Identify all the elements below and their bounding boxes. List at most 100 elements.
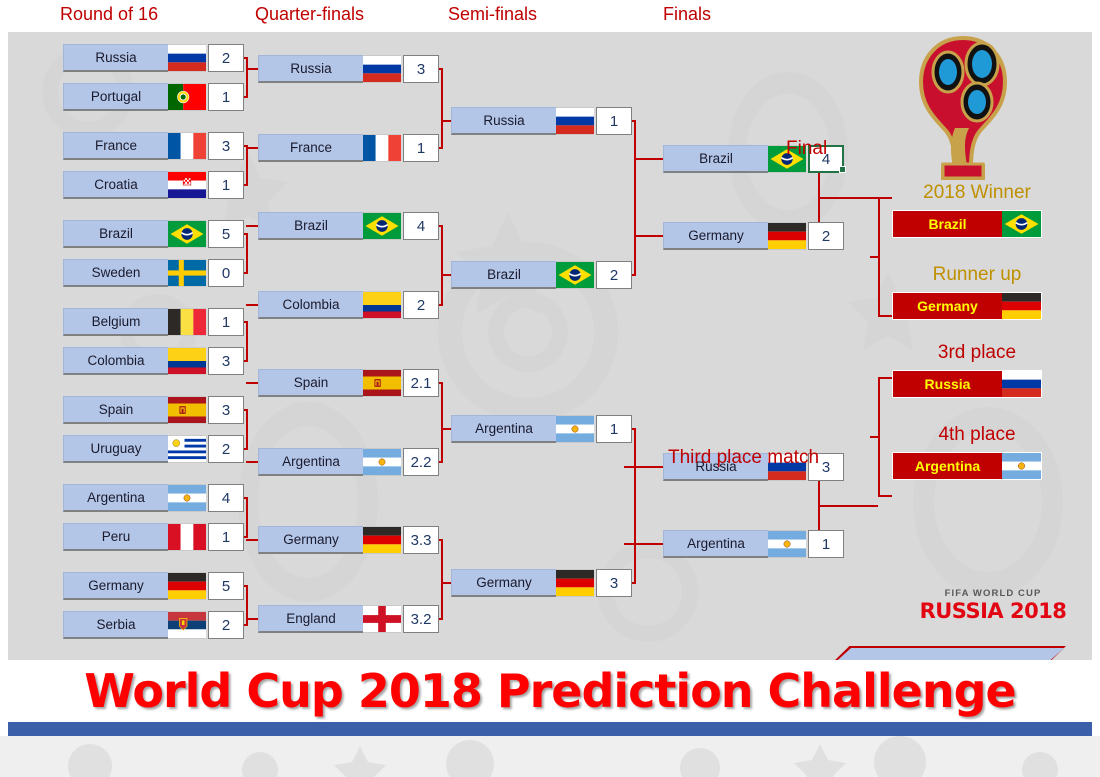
score-cell[interactable]: 3 — [403, 55, 439, 83]
connector-line — [818, 504, 878, 507]
score-cell[interactable]: 2 — [208, 435, 244, 463]
score-cell[interactable]: 5 — [208, 572, 244, 600]
score-cell[interactable]: 4 — [208, 484, 244, 512]
score-cell[interactable]: 1 — [403, 134, 439, 162]
flag-icon-ru — [1002, 370, 1042, 398]
score-cell[interactable]: 1 — [596, 107, 632, 135]
team-name-box[interactable]: Peru — [63, 523, 168, 551]
team-name-box[interactable]: France — [258, 134, 363, 162]
result-label-runner-up: Runner up — [932, 264, 1022, 285]
match-row: Germany 3.3 — [258, 526, 439, 554]
score-cell[interactable]: 1 — [208, 171, 244, 199]
flag-icon-ru — [168, 44, 206, 72]
team-name-box[interactable]: Serbia — [63, 611, 168, 639]
score-cell[interactable]: 1 — [208, 308, 244, 336]
team-name-box[interactable]: Germany — [663, 222, 768, 250]
flag-icon-co — [168, 347, 206, 375]
flag-icon-uy — [168, 435, 206, 463]
team-name-box[interactable]: Russia — [63, 44, 168, 72]
team-name-box[interactable]: Argentina — [63, 484, 168, 512]
match-row: Uruguay 2 — [63, 435, 244, 463]
match-row: Germany 3 — [451, 569, 632, 597]
connector-line — [634, 120, 636, 276]
match-row: Serbia 2 — [63, 611, 244, 639]
match-row: Colombia 3 — [63, 347, 244, 375]
team-name-box[interactable]: Germany — [451, 569, 556, 597]
score-cell[interactable]: 2 — [208, 611, 244, 639]
flag-icon-es — [168, 396, 206, 424]
match-row: Brazil 2 — [451, 261, 632, 289]
flag-icon-hr — [168, 171, 206, 199]
team-name-box[interactable]: Brazil — [258, 212, 363, 240]
result-label-3rd-place: 3rd place — [937, 342, 1017, 363]
score-cell-wrap: 1 — [206, 171, 244, 199]
match-row: Germany 2 — [663, 222, 844, 250]
team-name-box[interactable]: Argentina — [663, 530, 768, 558]
connector-line — [246, 497, 248, 538]
team-name-box[interactable]: England — [258, 605, 363, 633]
team-name-box[interactable]: Uruguay — [63, 435, 168, 463]
connector-line — [441, 428, 451, 430]
connector-line — [441, 68, 443, 149]
score-cell[interactable]: 1 — [596, 415, 632, 443]
fifa-world-cup-wordmark: FIFA WORLD CUP RUSSIA 2018 — [908, 588, 1078, 623]
team-name-box[interactable]: Germany — [63, 572, 168, 600]
result-team-name: Germany — [892, 292, 1002, 320]
score-cell[interactable]: 1 — [808, 530, 844, 558]
team-name-box[interactable]: Brazil — [451, 261, 556, 289]
team-name-box[interactable]: Spain — [258, 369, 363, 397]
match-row: Argentina 4 — [63, 484, 244, 512]
score-cell[interactable]: 3 — [208, 347, 244, 375]
result-row: Russia — [892, 370, 1042, 398]
flag-icon-ar — [556, 415, 594, 443]
score-cell[interactable]: 3.2 — [403, 605, 439, 633]
team-name-box[interactable]: France — [63, 132, 168, 160]
team-name-box[interactable]: Belgium — [63, 308, 168, 336]
score-cell[interactable]: 3 — [208, 132, 244, 160]
team-name-box[interactable]: Russia — [258, 55, 363, 83]
score-cell[interactable]: 2 — [208, 44, 244, 72]
score-cell[interactable]: 3.3 — [403, 526, 439, 554]
score-cell-wrap: 3 — [206, 347, 244, 375]
flag-icon-br — [556, 261, 594, 289]
score-cell[interactable]: 2.1 — [403, 369, 439, 397]
score-cell[interactable]: 3 — [208, 396, 244, 424]
score-cell[interactable]: 0 — [208, 259, 244, 287]
team-name-box[interactable]: Portugal — [63, 83, 168, 111]
team-name-box[interactable]: Brazil — [663, 145, 768, 173]
team-name-box[interactable]: Spain — [63, 396, 168, 424]
match-row: Croatia 1 — [63, 171, 244, 199]
flag-icon-en — [363, 605, 401, 633]
team-name-box[interactable]: Argentina — [258, 448, 363, 476]
score-cell-wrap: 2 — [806, 222, 844, 250]
flag-icon-rs — [168, 611, 206, 639]
fifa-wordmark-top: FIFA WORLD CUP — [944, 588, 1042, 599]
score-cell[interactable]: 2 — [808, 222, 844, 250]
connector-line — [441, 539, 443, 620]
flag-icon-br — [363, 212, 401, 240]
score-cell[interactable]: 5 — [208, 220, 244, 248]
score-cell[interactable]: 1 — [208, 523, 244, 551]
team-name-box[interactable]: Sweden — [63, 259, 168, 287]
score-cell[interactable]: 3 — [596, 569, 632, 597]
score-cell[interactable]: 4 — [403, 212, 439, 240]
team-name-box[interactable]: Colombia — [258, 291, 363, 319]
team-name-box[interactable]: Russia — [451, 107, 556, 135]
return-to-group-stage-button[interactable]: Return to group stage — [830, 648, 1064, 660]
score-cell[interactable]: 2 — [403, 291, 439, 319]
team-name-box[interactable]: Colombia — [63, 347, 168, 375]
score-cell-wrap: 4 — [206, 484, 244, 512]
team-name-box[interactable]: Brazil — [63, 220, 168, 248]
score-cell[interactable]: 1 — [208, 83, 244, 111]
team-name-box[interactable]: Germany — [258, 526, 363, 554]
team-name-box[interactable]: Croatia — [63, 171, 168, 199]
score-cell[interactable]: 2 — [596, 261, 632, 289]
score-cell-wrap: 3 — [401, 55, 439, 83]
match-row: Colombia 2 — [258, 291, 439, 319]
team-name-box[interactable]: Argentina — [451, 415, 556, 443]
result-team-name: Argentina — [892, 452, 1002, 480]
score-cell[interactable]: 2.2 — [403, 448, 439, 476]
score-cell-wrap: 1 — [401, 134, 439, 162]
score-cell-wrap: 1 — [206, 83, 244, 111]
result-row: Germany — [892, 292, 1042, 320]
